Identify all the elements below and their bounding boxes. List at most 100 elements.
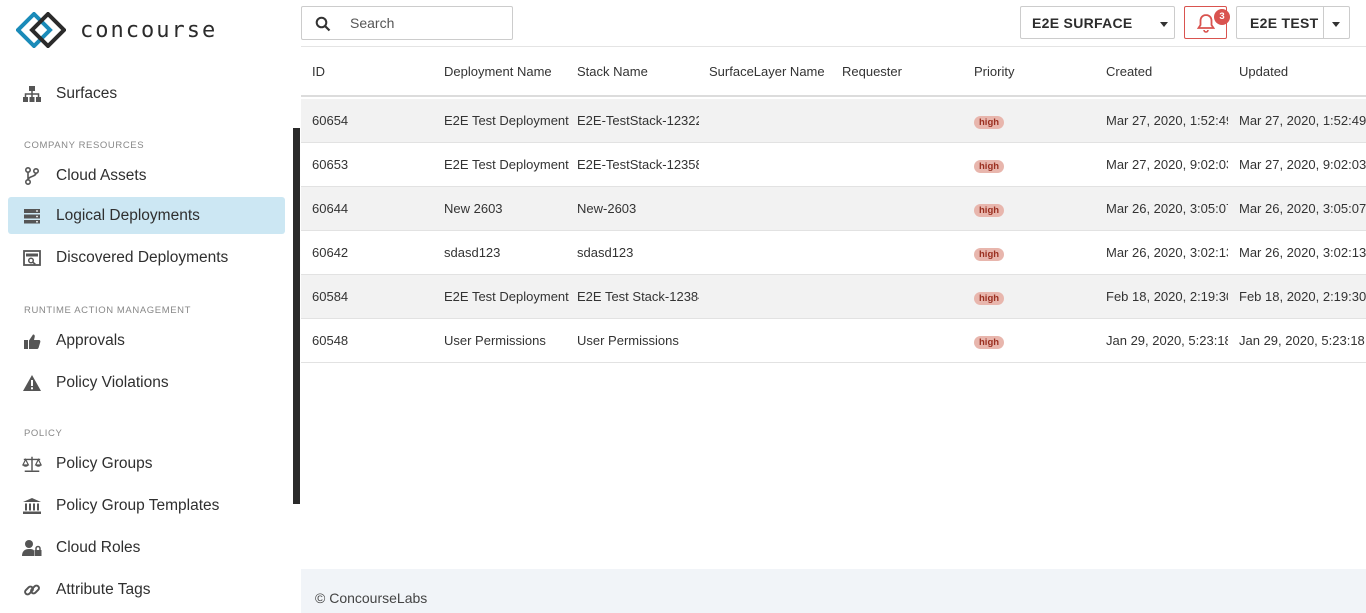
sidebar-item-label: Policy Violations [56, 373, 169, 391]
table-cell-updated: Mar 27, 2020, 1:52:49 [1239, 113, 1366, 128]
surface-select-value: E2E SURFACE [1032, 15, 1133, 31]
table-row[interactable]: 60644 New 2603 New-2603 high Mar 26, 2020, 3… [301, 187, 1366, 231]
table-cell-updated: Jan 29, 2020, 5:23:18 [1239, 333, 1365, 348]
server-icon [22, 206, 42, 226]
table-cell-id: 60642 [312, 245, 349, 260]
user-menu-label: E2E TEST [1250, 15, 1319, 31]
table-cell-deployment-name: User Permissions [444, 333, 546, 348]
priority-badge: high [974, 292, 1005, 305]
warning-icon [22, 373, 42, 393]
search-server-icon [22, 248, 42, 268]
link-icon [22, 580, 42, 600]
sidebar-scrollbar[interactable] [293, 128, 300, 504]
footer: © ConcourseLabs [301, 569, 1366, 613]
table-cell-id: 60654 [312, 113, 349, 128]
bell-icon [1197, 14, 1215, 33]
sidebar-item-label: Logical Deployments [56, 206, 200, 224]
chevron-down-icon[interactable] [1332, 22, 1340, 27]
priority-badge: high [974, 336, 1005, 349]
table-row[interactable]: 60653 E2E Test Deployment E2E-TestStack-12… [301, 143, 1366, 187]
column-header-requester[interactable]: Requester [842, 64, 902, 79]
table-cell-stack-name: E2E-TestStack-12322 [577, 113, 699, 128]
thumbs-up-icon [22, 331, 42, 351]
sidebar-item-cloud-roles[interactable]: Cloud Roles [8, 529, 285, 566]
sidebar-item-label: Approvals [56, 331, 125, 349]
notification-count-badge: 3 [1214, 9, 1230, 25]
sidebar-item-attribute-tags[interactable]: Attribute Tags [8, 571, 285, 608]
section-title-company-resources: COMPANY RESOURCES [24, 140, 145, 151]
table-cell-stack-name: New-2603 [577, 201, 637, 216]
table-row[interactable]: 60654 E2E Test Deployment E2E-TestStack-12… [301, 99, 1366, 143]
table-cell-deployment-name: E2E Test Deployment [444, 113, 569, 128]
table-cell-stack-name: E2E-TestStack-12358 [577, 157, 699, 172]
column-header-created[interactable]: Created [1106, 64, 1152, 79]
table-cell-created: Mar 27, 2020, 9:02:03 [1106, 157, 1228, 172]
table-cell-stack-name: E2E Test Stack-12384 [577, 289, 699, 304]
table-cell-deployment-name: New 2603 [444, 201, 503, 216]
column-header-updated[interactable]: Updated [1239, 64, 1288, 79]
chevron-down-icon [1160, 22, 1168, 27]
search-box[interactable] [301, 6, 513, 40]
user-menu[interactable]: E2E TEST [1236, 6, 1350, 39]
table-cell-deployment-name: E2E Test Deployment [444, 289, 569, 304]
user-lock-icon [22, 538, 42, 558]
deployments-table: ID Deployment Name Stack Name SurfaceLay… [301, 46, 1366, 569]
column-header-id[interactable]: ID [312, 64, 325, 79]
table-cell-id: 60548 [312, 333, 349, 348]
table-cell-updated: Mar 26, 2020, 3:05:07 [1239, 201, 1366, 216]
table-cell-created: Mar 27, 2020, 1:52:49 [1106, 113, 1228, 128]
surface-select[interactable]: E2E SURFACE [1020, 6, 1175, 39]
column-header-priority[interactable]: Priority [974, 64, 1014, 79]
sitemap-icon [22, 84, 42, 104]
table-cell-updated: Feb 18, 2020, 2:19:30 [1239, 289, 1366, 304]
table-cell-id: 60584 [312, 289, 349, 304]
section-title-runtime-action-management: RUNTIME ACTION MANAGEMENT [24, 305, 192, 316]
table-cell-stack-name: sdasd123 [577, 245, 634, 260]
sidebar-item-label: Discovered Deployments [56, 248, 229, 266]
section-title-policy: POLICY [24, 428, 63, 439]
table-cell-created: Feb 18, 2020, 2:19:30 [1106, 289, 1228, 304]
search-input[interactable] [350, 13, 500, 33]
column-header-surfacelayer-name[interactable]: SurfaceLayer Name [709, 64, 825, 79]
concourse-logo-mark-icon [16, 12, 66, 48]
table-cell-updated: Mar 26, 2020, 3:02:13 [1239, 245, 1366, 260]
sidebar-item-policy-violations[interactable]: Policy Violations [8, 364, 285, 401]
sidebar-item-approvals[interactable]: Approvals [8, 322, 285, 359]
bank-icon [22, 496, 42, 516]
table-cell-id: 60644 [312, 201, 349, 216]
priority-badge: high [974, 204, 1005, 217]
table-cell-id: 60653 [312, 157, 349, 172]
branch-icon [22, 166, 42, 186]
app-name: concourse [80, 17, 218, 43]
priority-badge: high [974, 248, 1005, 261]
table-row[interactable]: 60642 sdasd123 sdasd123 high Mar 26, 2020, 3… [301, 231, 1366, 275]
priority-badge: high [974, 160, 1005, 173]
sidebar-item-surfaces[interactable]: Surfaces [8, 75, 285, 112]
table-header: ID Deployment Name Stack Name SurfaceLay… [301, 47, 1366, 97]
sidebar-item-logical-deployments[interactable]: Logical Deployments [8, 197, 285, 234]
table-cell-updated: Mar 27, 2020, 9:02:03 [1239, 157, 1366, 172]
table-cell-stack-name: User Permissions [577, 333, 679, 348]
priority-badge: high [974, 116, 1005, 129]
concourse-logo[interactable]: concourse [16, 12, 217, 48]
sidebar-item-policy-group-templates[interactable]: Policy Group Templates [8, 487, 285, 524]
table-row[interactable]: 60548 User Permissions User Permissions hig… [301, 319, 1366, 363]
sidebar-item-policy-groups[interactable]: Policy Groups [8, 445, 285, 482]
sidebar-item-label: Policy Group Templates [56, 496, 220, 514]
column-header-deployment-name[interactable]: Deployment Name [444, 64, 552, 79]
sidebar-item-label: Cloud Roles [56, 538, 141, 556]
table-row[interactable]: 60584 E2E Test Deployment E2E Test Stack-1… [301, 275, 1366, 319]
table-cell-created: Mar 26, 2020, 3:02:13 [1106, 245, 1228, 260]
scale-icon [22, 454, 42, 474]
sidebar-item-discovered-deployments[interactable]: Discovered Deployments [8, 239, 285, 276]
table-cell-created: Jan 29, 2020, 5:23:18 [1106, 333, 1228, 348]
table-cell-deployment-name: E2E Test Deployment [444, 157, 569, 172]
sidebar-item-cloud-assets[interactable]: Cloud Assets [8, 157, 285, 194]
table-cell-created: Mar 26, 2020, 3:05:07 [1106, 201, 1228, 216]
sidebar-item-label: Policy Groups [56, 454, 153, 472]
table-cell-deployment-name: sdasd123 [444, 245, 501, 260]
column-header-stack-name[interactable]: Stack Name [577, 64, 648, 79]
sidebar-item-label: Cloud Assets [56, 166, 147, 184]
sidebar-item-label: Surfaces [56, 84, 118, 102]
sidebar: concourse Surfaces COMPANY RESOURCES Clo… [0, 0, 300, 613]
